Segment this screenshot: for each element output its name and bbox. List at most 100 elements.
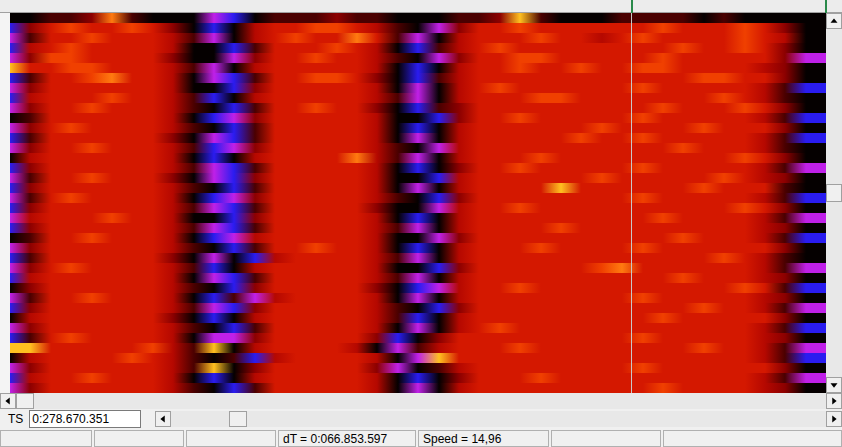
spectrogram-cell — [500, 23, 520, 33]
spectrogram-cell — [724, 93, 744, 103]
spectrogram-cell — [234, 363, 254, 373]
horizontal-scrollbar[interactable] — [0, 393, 842, 409]
spectrogram-cell — [806, 253, 826, 263]
spectrogram-cell — [439, 23, 459, 33]
spectrogram-cell — [806, 63, 826, 73]
spectrogram-cell — [806, 13, 826, 23]
spectrogram-cell — [316, 143, 336, 153]
scroll-track[interactable] — [171, 411, 826, 427]
vertical-scrollbar[interactable] — [826, 13, 842, 393]
spectrogram-cell — [663, 253, 683, 263]
spectrogram-cell — [194, 223, 214, 233]
spectrogram-cell — [377, 53, 397, 63]
spectrogram-cell — [765, 333, 785, 343]
timestamp-input[interactable]: 0:278.670.351 — [29, 410, 141, 428]
spectrogram-cell — [10, 283, 30, 293]
spectrogram-cell — [479, 33, 499, 43]
spectrogram-cell — [418, 13, 438, 23]
spectrogram-cell — [561, 333, 581, 343]
spectrogram-cell — [724, 103, 744, 113]
cursor-line[interactable] — [631, 13, 632, 393]
spectrogram-cell — [581, 283, 601, 293]
spectrogram-cell — [561, 253, 581, 263]
spectrogram[interactable] — [10, 13, 826, 393]
spectrogram-cell — [92, 143, 112, 153]
spectrogram-cell — [500, 133, 520, 143]
spectrogram-cell — [377, 323, 397, 333]
spectrogram-row — [10, 273, 826, 283]
spectrogram-cell — [214, 263, 234, 273]
spectrogram-cell — [214, 293, 234, 303]
spectrogram-cell — [643, 303, 663, 313]
spectrogram-cell — [112, 203, 132, 213]
spectrogram-cell — [500, 173, 520, 183]
spectrogram-row — [10, 133, 826, 143]
spectrogram-cell — [785, 113, 805, 123]
scroll-track[interactable] — [16, 393, 826, 409]
scroll-track[interactable] — [826, 29, 842, 377]
scroll-down-button[interactable] — [826, 377, 842, 393]
spectrogram-cell — [173, 363, 193, 373]
spectrogram-cell — [357, 73, 377, 83]
spectrogram-cell — [377, 43, 397, 53]
timeline-scrollbar[interactable] — [155, 411, 842, 427]
scroll-up-button[interactable] — [826, 13, 842, 29]
spectrogram-cell — [643, 83, 663, 93]
spectrogram-cell — [622, 123, 642, 133]
spectrogram-cell — [541, 133, 561, 143]
scroll-thumb[interactable] — [16, 393, 34, 409]
spectrogram-cell — [724, 373, 744, 383]
spectrogram-cell — [683, 93, 703, 103]
spectrogram-cell — [602, 363, 622, 373]
spectrogram-cell — [459, 303, 479, 313]
spectrogram-cell — [398, 313, 418, 323]
spectrogram-cell — [71, 313, 91, 323]
spectrogram-cell — [377, 193, 397, 203]
spectrogram-cell — [51, 173, 71, 183]
spectrogram-cell — [602, 143, 622, 153]
spectrogram-cell — [51, 33, 71, 43]
spectrogram-cell — [724, 53, 744, 63]
spectrogram-cell — [30, 183, 50, 193]
spectrogram-cell — [10, 113, 30, 123]
spectrogram-cell — [765, 33, 785, 43]
spectrogram-cell — [541, 13, 561, 23]
spectrogram-cell — [418, 313, 438, 323]
spectrogram-cell — [398, 23, 418, 33]
spectrogram-cell — [439, 83, 459, 93]
spectrogram-cell — [439, 233, 459, 243]
spectrogram-cell — [112, 363, 132, 373]
scroll-right-button[interactable] — [826, 411, 842, 427]
spectrogram-cell — [500, 153, 520, 163]
scroll-thumb[interactable] — [229, 411, 247, 427]
spectrogram-cell — [663, 93, 683, 103]
scroll-left-button[interactable] — [155, 411, 171, 427]
spectrogram-cell — [602, 133, 622, 143]
spectrogram-cell — [602, 373, 622, 383]
spectrogram-cell — [459, 213, 479, 223]
spectrogram-cell — [520, 213, 540, 223]
spectrogram-cell — [377, 83, 397, 93]
scroll-right-button[interactable] — [826, 393, 842, 409]
spectrogram-cell — [602, 23, 622, 33]
spectrogram-cell — [520, 53, 540, 63]
spectrogram-cell — [765, 153, 785, 163]
spectrogram-cell — [765, 353, 785, 363]
spectrogram-cell — [724, 383, 744, 393]
spectrogram-cell — [71, 193, 91, 203]
spectrogram-cell — [357, 133, 377, 143]
spectrogram-cell — [51, 373, 71, 383]
spectrogram-cell — [337, 83, 357, 93]
scroll-thumb[interactable] — [826, 184, 842, 202]
spectrogram-cell — [30, 213, 50, 223]
spectrogram-cell — [541, 33, 561, 43]
spectrogram-cell — [132, 363, 152, 373]
spectrogram-cell — [398, 343, 418, 353]
spectrogram-cell — [520, 93, 540, 103]
scroll-left-button[interactable] — [0, 393, 16, 409]
spectrogram-cell — [275, 153, 295, 163]
spectrogram-cell — [194, 193, 214, 203]
spectrogram-cell — [112, 23, 132, 33]
spectrogram-cell — [10, 193, 30, 203]
spectrogram-cell — [398, 183, 418, 193]
